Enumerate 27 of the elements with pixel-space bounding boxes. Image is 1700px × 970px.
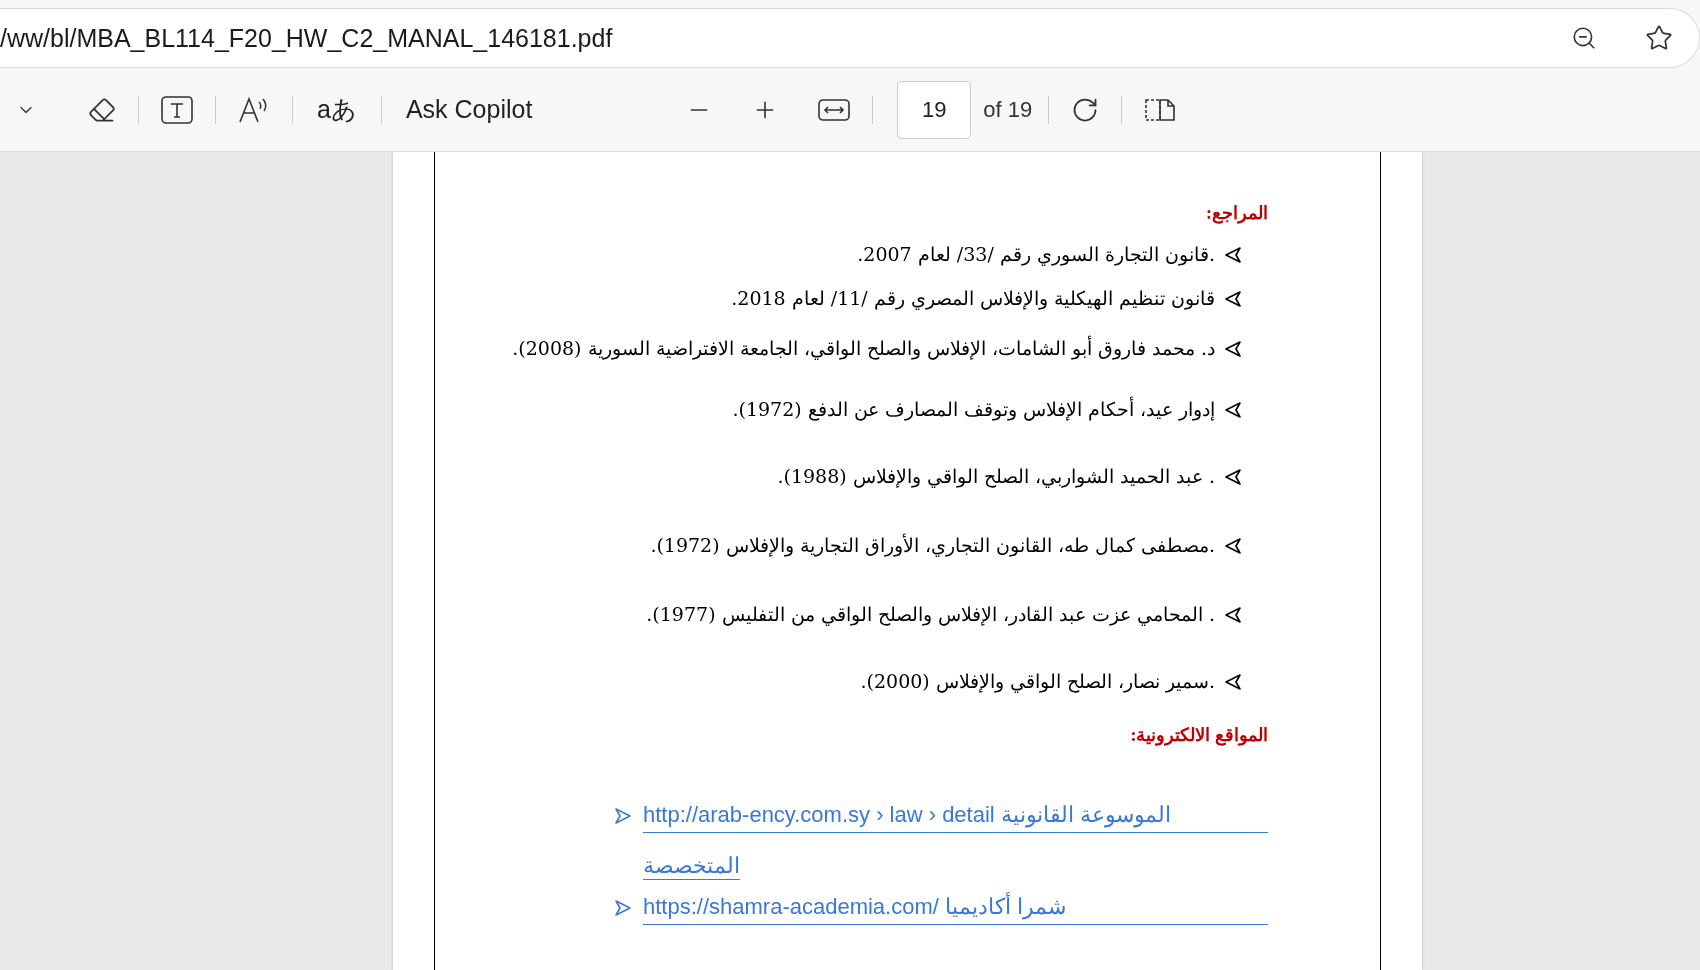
page-total: of 19 — [983, 96, 1033, 123]
reference-text: .سمير نصار، الصلح الواقي والإفلاس (2000). — [860, 670, 1215, 692]
arrowhead-icon — [1225, 341, 1241, 357]
page-number-field[interactable]: 19 — [897, 80, 972, 139]
address-url: /ww/bl/MBA_BL114_F20_HW_C2_MANAL_146181.pdf — [0, 23, 614, 53]
arrowhead-icon — [615, 808, 631, 824]
reference-text: . المحامي عزت عبد القادر، الإفلاس والصلح الواقي من التفليس (1977). — [646, 603, 1215, 625]
address-bar[interactable]: /ww/bl/MBA_BL114_F20_HW_C2_MANAL_146181.pdf — [0, 8, 1700, 68]
reference-text: .مصطفى كمال طه، القانون التجاري، الأوراق التجارية والإفلاس (1972). — [650, 534, 1215, 556]
arrowhead-icon — [1225, 607, 1241, 623]
reference-text: .قانون التجارة السوري رقم /33/ لعام 2007. — [857, 243, 1215, 265]
arrowhead-icon — [1225, 402, 1241, 418]
website-link[interactable]: https://shamra-academia.com/ شمرا أكاديميا — [643, 894, 1268, 925]
reference-text: د. محمد فاروق أبو الشامات، الإفلاس والصلح الواقي، الجامعة الافتراضية السورية (2008). — [512, 337, 1215, 359]
arrowhead-icon — [1225, 291, 1241, 307]
reference-text: . عبد الحميد الشواربي، الصلح الواقي والإفلاس (1988). — [777, 465, 1215, 487]
arrowhead-icon — [1225, 538, 1241, 554]
section-heading: المواقع الالكترونية: — [1129, 724, 1268, 746]
arrowhead-icon — [1225, 469, 1241, 485]
arrowhead-icon — [1225, 674, 1241, 690]
translate-button[interactable]: aあ — [309, 87, 365, 132]
section-heading: المراجع: — [1205, 202, 1268, 224]
reference-text: إدوار عيد، أحكام الإفلاس وتوقف المصارف عن الدفع (1972). — [732, 398, 1215, 420]
reference-text: قانون تنظيم الهيكلية والإفلاس المصري رقم /11/ لعام 2018. — [731, 287, 1215, 309]
arrowhead-icon — [1225, 247, 1241, 263]
arrowhead-icon — [615, 900, 631, 916]
ask-copilot-button[interactable]: Ask Copilot — [397, 89, 541, 130]
